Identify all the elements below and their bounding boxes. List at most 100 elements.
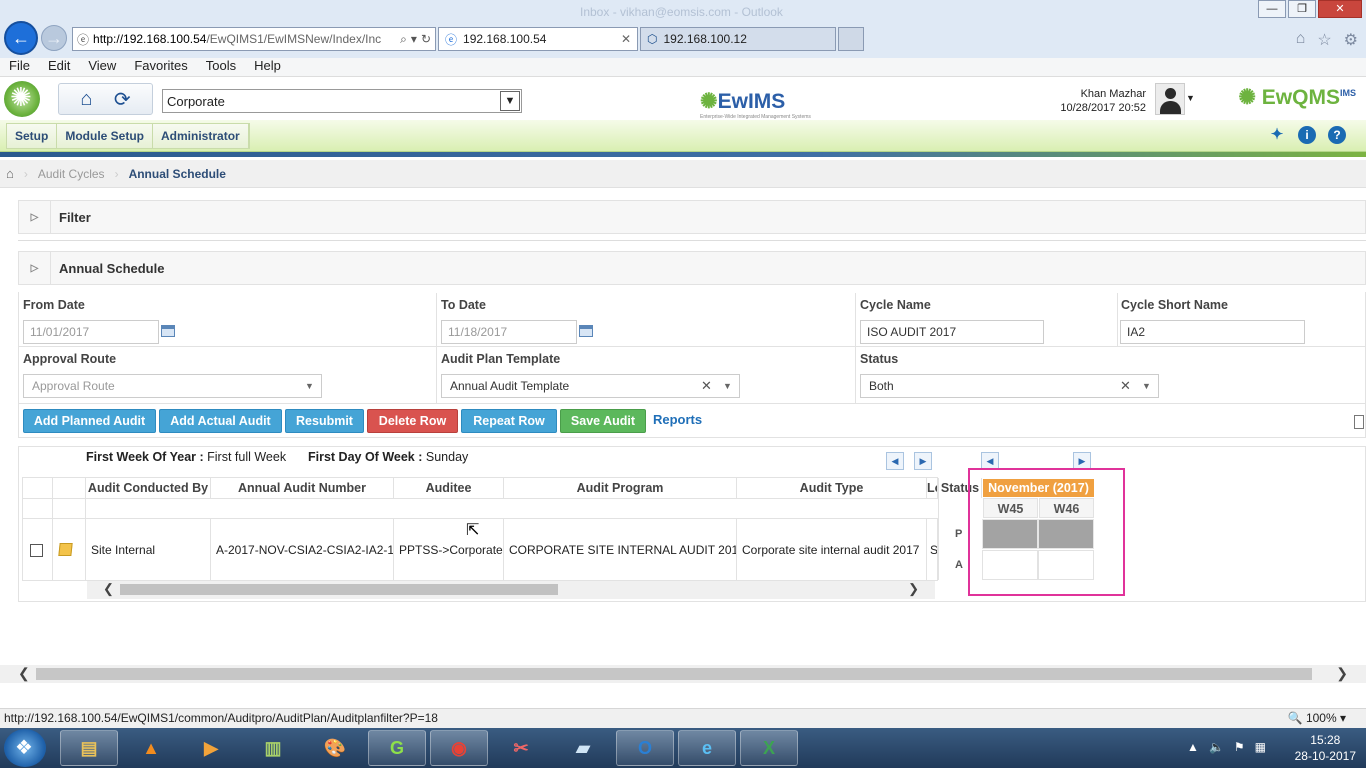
- delete-row-button[interactable]: Delete Row: [367, 409, 458, 433]
- scroll-left-icon[interactable]: ❮: [103, 581, 114, 597]
- favorites-star-icon[interactable]: ☆: [1317, 30, 1331, 50]
- new-tab-button[interactable]: [838, 27, 864, 51]
- caret-down-icon[interactable]: ▼: [305, 381, 314, 391]
- avatar[interactable]: [1155, 83, 1185, 115]
- home-icon[interactable]: ⌂: [1296, 30, 1306, 50]
- calendar-icon[interactable]: [161, 325, 175, 337]
- volume-icon[interactable]: 🔈: [1209, 740, 1224, 754]
- flag-icon[interactable]: ⚑: [1234, 740, 1245, 754]
- menu-help[interactable]: Help: [245, 58, 290, 76]
- chart-app-icon[interactable]: ▥: [244, 730, 302, 766]
- audit-plan-template-select[interactable]: Annual Audit Template: [441, 374, 740, 398]
- search-icon[interactable]: ⌕: [400, 32, 407, 47]
- tray-expand-icon[interactable]: ▲: [1187, 740, 1199, 754]
- to-date-input[interactable]: 11/18/2017: [441, 320, 577, 344]
- menu-favorites[interactable]: Favorites: [125, 58, 196, 76]
- edit-icon[interactable]: [58, 543, 73, 556]
- next-page-icon[interactable]: ▶: [914, 452, 932, 470]
- info-icon[interactable]: i: [1298, 126, 1316, 144]
- forward-button[interactable]: →: [41, 25, 67, 51]
- minimize-button[interactable]: —: [1258, 0, 1286, 18]
- outlook-icon[interactable]: O: [616, 730, 674, 766]
- company-select[interactable]: Corporate ▼: [162, 89, 522, 113]
- add-actual-audit-button[interactable]: Add Actual Audit: [159, 409, 282, 433]
- back-button[interactable]: ←: [4, 21, 38, 55]
- menu-view[interactable]: View: [79, 58, 125, 76]
- menu-tools[interactable]: Tools: [197, 58, 245, 76]
- save-audit-button[interactable]: Save Audit: [560, 409, 646, 433]
- help-icon[interactable]: ?: [1328, 126, 1346, 144]
- start-button[interactable]: [4, 729, 46, 767]
- excel-icon[interactable]: X: [740, 730, 798, 766]
- menu-module-setup[interactable]: Module Setup: [57, 124, 154, 148]
- caret-down-icon[interactable]: ▼: [1142, 381, 1151, 391]
- expand-icon[interactable]: ▷: [19, 252, 51, 284]
- col-annual-audit-number[interactable]: Annual Audit Number: [211, 478, 394, 498]
- clear-icon[interactable]: ✕: [701, 378, 712, 394]
- home-icon[interactable]: ⌂: [80, 88, 92, 111]
- close-tab-icon[interactable]: ✕: [621, 32, 631, 46]
- caret-down-icon[interactable]: ▼: [723, 381, 732, 391]
- paint-icon[interactable]: 🎨: [306, 730, 364, 766]
- notes-icon[interactable]: ▰: [554, 730, 612, 766]
- approval-route-select[interactable]: Approval Route: [23, 374, 322, 398]
- col-audit-type[interactable]: Audit Type: [737, 478, 927, 498]
- close-window-button[interactable]: ✕: [1318, 0, 1362, 18]
- scroll-thumb[interactable]: [120, 584, 558, 595]
- address-bar[interactable]: ⓔ http://192.168.100.54/EwQIMS1/EwIMSNew…: [72, 27, 436, 51]
- reports-link[interactable]: Reports: [653, 412, 702, 427]
- cycle-short-name-input[interactable]: IA2: [1120, 320, 1305, 344]
- scroll-right-icon[interactable]: ❯: [908, 581, 919, 597]
- col-audit-conducted-by[interactable]: Audit Conducted By: [86, 478, 211, 498]
- repeat-row-button[interactable]: Repeat Row: [461, 409, 557, 433]
- page-horizontal-scrollbar[interactable]: ❮ ❯: [0, 665, 1366, 683]
- gear-icon[interactable]: ⚙: [1344, 30, 1358, 50]
- menu-administrator[interactable]: Administrator: [153, 124, 249, 148]
- prev-page-icon[interactable]: ◀: [886, 452, 904, 470]
- caret-down-icon[interactable]: ▼: [1186, 93, 1195, 103]
- maximize-button[interactable]: ❐: [1288, 0, 1316, 18]
- expand-icon[interactable]: ▷: [19, 201, 51, 233]
- tab-active[interactable]: ⓔ 192.168.100.54 ✕: [438, 27, 638, 51]
- clock[interactable]: 15:28 28-10-2017: [1295, 732, 1356, 764]
- vlc-icon[interactable]: ▲: [122, 730, 180, 766]
- menu-file[interactable]: File: [0, 58, 39, 76]
- menu-edit[interactable]: Edit: [39, 58, 79, 76]
- calendar-icon[interactable]: [579, 325, 593, 337]
- col-audit-program[interactable]: Audit Program: [504, 478, 737, 498]
- network-icon[interactable]: ▦: [1255, 740, 1266, 754]
- resubmit-button[interactable]: Resubmit: [285, 409, 364, 433]
- pin-icon[interactable]: ✦: [1268, 126, 1286, 144]
- row-checkbox[interactable]: [30, 544, 43, 557]
- column-chooser-icon[interactable]: [1354, 415, 1364, 429]
- app-logo-icon[interactable]: [4, 81, 40, 117]
- refresh-icon[interactable]: ⟳: [114, 87, 131, 112]
- scroll-left-icon[interactable]: ❮: [18, 665, 30, 682]
- col-location[interactable]: Lo: [927, 478, 938, 498]
- address-url[interactable]: http://192.168.100.54/EwQIMS1/EwIMSNew/I…: [93, 32, 396, 46]
- internet-explorer-icon[interactable]: e: [678, 730, 736, 766]
- chrome-icon[interactable]: ◉: [430, 730, 488, 766]
- col-auditee[interactable]: Auditee: [394, 478, 504, 498]
- zoom-level[interactable]: 🔍 100% ▾: [1288, 709, 1346, 727]
- scroll-thumb[interactable]: [36, 668, 1312, 680]
- breadcrumb-audit-cycles[interactable]: Audit Cycles: [38, 167, 105, 181]
- add-planned-audit-button[interactable]: Add Planned Audit: [23, 409, 156, 433]
- refresh-icon[interactable]: ↻: [421, 32, 431, 46]
- from-date-input[interactable]: 11/01/2017: [23, 320, 159, 344]
- home-icon[interactable]: ⌂: [6, 166, 14, 181]
- scroll-right-icon[interactable]: ❯: [1336, 665, 1348, 682]
- media-player-icon[interactable]: ▶: [182, 730, 240, 766]
- grid-horizontal-scrollbar[interactable]: ❮ ❯: [87, 581, 935, 599]
- menu-setup[interactable]: Setup: [7, 124, 58, 148]
- clear-icon[interactable]: ✕: [1120, 378, 1131, 394]
- cycle-name-input[interactable]: ISO AUDIT 2017: [860, 320, 1044, 344]
- filter-panel-header[interactable]: ▷ Filter: [18, 200, 1366, 234]
- schedule-panel-header[interactable]: ▷ Annual Schedule: [18, 251, 1366, 285]
- dropdown-icon[interactable]: ▾: [411, 32, 417, 46]
- snipping-tool-icon[interactable]: ✂: [492, 730, 550, 766]
- chevron-down-icon[interactable]: ▼: [500, 91, 520, 111]
- app-g-icon[interactable]: G: [368, 730, 426, 766]
- file-explorer-icon[interactable]: ▤: [60, 730, 118, 766]
- status-select[interactable]: Both: [860, 374, 1159, 398]
